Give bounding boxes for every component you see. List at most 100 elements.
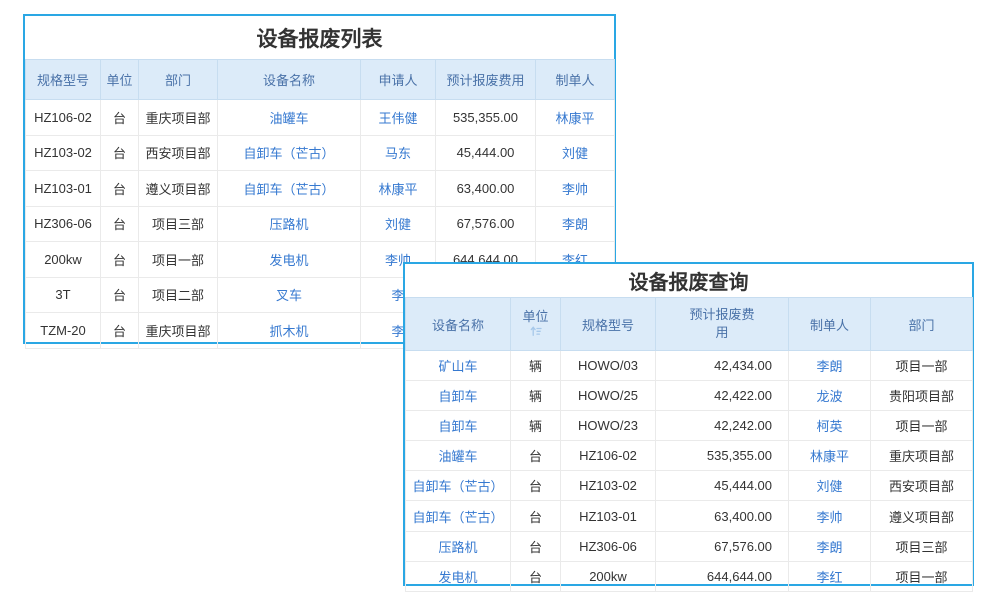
cell-maker[interactable]: 李朗 xyxy=(789,351,871,381)
cell-maker[interactable]: 刘健 xyxy=(536,135,615,171)
cell-device[interactable]: 油罐车 xyxy=(218,100,361,136)
cell-unit: 辆 xyxy=(511,411,561,441)
cell-unit: 台 xyxy=(511,501,561,531)
cell-dept: 项目一部 xyxy=(139,242,218,278)
cell-unit: 辆 xyxy=(511,351,561,381)
cell-spec: HOWO/25 xyxy=(561,381,656,411)
cell-device[interactable]: 自卸车（芒古） xyxy=(218,171,361,207)
table-row: 自卸车辆HOWO/2542,422.00龙波贵阳项目部 xyxy=(406,381,973,411)
column-header-dept: 部门 xyxy=(139,60,218,100)
cell-unit: 台 xyxy=(101,313,139,349)
table-row: HZ103-01台遵义项目部自卸车（芒古）林康平63,400.00李帅 xyxy=(26,171,615,207)
cell-unit: 台 xyxy=(101,206,139,242)
cell-dept: 重庆项目部 xyxy=(139,313,218,349)
cell-cost: 42,422.00 xyxy=(656,381,789,411)
cell-maker[interactable]: 李帅 xyxy=(536,171,615,207)
cell-device[interactable]: 矿山车 xyxy=(406,351,511,381)
cell-maker[interactable]: 李朗 xyxy=(536,206,615,242)
column-header-label: 单位 xyxy=(106,70,132,89)
cell-device[interactable]: 发电机 xyxy=(218,242,361,278)
column-header-label: 制单人 xyxy=(810,315,849,334)
cell-maker[interactable]: 林康平 xyxy=(789,441,871,471)
cell-cost: 42,434.00 xyxy=(656,351,789,381)
cell-dept: 项目三部 xyxy=(139,206,218,242)
sort-ascending-icon[interactable] xyxy=(513,325,558,339)
cell-maker[interactable]: 李帅 xyxy=(789,501,871,531)
table-row: HZ106-02台重庆项目部油罐车王伟健535,355.00林康平 xyxy=(26,100,615,136)
column-header-cost: 预计报废费用 xyxy=(656,298,789,351)
cell-dept: 项目一部 xyxy=(871,411,973,441)
column-header-dept: 部门 xyxy=(871,298,973,351)
column-header-label: 单位 xyxy=(513,309,558,325)
column-header-label: 部门 xyxy=(165,70,191,89)
cell-device[interactable]: 自卸车（芒古） xyxy=(218,135,361,171)
column-header-maker: 制单人 xyxy=(789,298,871,351)
cell-dept: 贵阳项目部 xyxy=(871,381,973,411)
header-row: 规格型号单位 部门 设备名称 申请人预计报废费用制单人 xyxy=(26,60,615,100)
cell-unit: 台 xyxy=(511,441,561,471)
cell-dept: 项目二部 xyxy=(139,277,218,313)
cell-maker[interactable]: 李朗 xyxy=(789,531,871,561)
cell-dept: 遵义项目部 xyxy=(871,501,973,531)
cell-dept: 西安项目部 xyxy=(139,135,218,171)
cell-spec: HZ306-06 xyxy=(561,531,656,561)
cell-device[interactable]: 压路机 xyxy=(406,531,511,561)
cell-maker[interactable]: 柯英 xyxy=(789,411,871,441)
cell-device[interactable]: 抓木机 xyxy=(218,313,361,349)
scrap-list-title: 设备报废列表 xyxy=(25,16,614,59)
column-header-label: 预计报废费用 xyxy=(686,306,758,341)
cell-device[interactable]: 油罐车 xyxy=(406,441,511,471)
cell-device[interactable]: 自卸车（芒古） xyxy=(406,501,511,531)
cell-dept: 遵义项目部 xyxy=(139,171,218,207)
column-header-cost: 预计报废费用 xyxy=(436,60,536,100)
cell-unit: 辆 xyxy=(511,381,561,411)
table-row: HZ103-02台西安项目部自卸车（芒古）马东45,444.00刘健 xyxy=(26,135,615,171)
column-header-applicant: 申请人 xyxy=(361,60,436,100)
column-header-label: 设备名称 xyxy=(263,70,315,89)
table-row: 矿山车辆HOWO/0342,434.00李朗项目一部 xyxy=(406,351,973,381)
table-row: 油罐车台HZ106-02535,355.00林康平重庆项目部 xyxy=(406,441,973,471)
cell-cost: 644,644.00 xyxy=(656,561,789,591)
cell-unit: 台 xyxy=(101,277,139,313)
column-header-maker: 制单人 xyxy=(536,60,615,100)
cell-cost: 63,400.00 xyxy=(436,171,536,207)
cell-applicant[interactable]: 刘健 xyxy=(361,206,436,242)
cell-applicant[interactable]: 马东 xyxy=(361,135,436,171)
cell-dept: 项目一部 xyxy=(871,351,973,381)
cell-maker[interactable]: 李红 xyxy=(789,561,871,591)
cell-spec: HZ306-06 xyxy=(26,206,101,242)
cell-spec: HZ106-02 xyxy=(26,100,101,136)
cell-maker[interactable]: 刘健 xyxy=(789,471,871,501)
cell-maker[interactable]: 龙波 xyxy=(789,381,871,411)
cell-device[interactable]: 压路机 xyxy=(218,206,361,242)
cell-dept: 重庆项目部 xyxy=(871,441,973,471)
cell-applicant[interactable]: 王伟健 xyxy=(361,100,436,136)
cell-cost: 45,444.00 xyxy=(656,471,789,501)
cell-unit: 台 xyxy=(511,561,561,591)
column-header-label: 规格型号 xyxy=(582,315,634,334)
cell-device[interactable]: 自卸车 xyxy=(406,411,511,441)
cell-spec: HOWO/23 xyxy=(561,411,656,441)
cell-unit: 台 xyxy=(101,171,139,207)
scrap-query-table: 设备名称 单位 规格型号 预计报废费用 制单人 部门矿山车辆HOWO/0342,434.0… xyxy=(405,297,973,592)
cell-device[interactable]: 自卸车（芒古） xyxy=(406,471,511,501)
cell-maker[interactable]: 林康平 xyxy=(536,100,615,136)
cell-device[interactable]: 叉车 xyxy=(218,277,361,313)
cell-unit: 台 xyxy=(101,100,139,136)
table-row: 发电机台200kw644,644.00李红项目一部 xyxy=(406,561,973,591)
table-row: 压路机台HZ306-0667,576.00李朗项目三部 xyxy=(406,531,973,561)
cell-spec: 3T xyxy=(26,277,101,313)
column-header-label: 规格型号 xyxy=(37,70,89,89)
cell-dept: 项目一部 xyxy=(871,561,973,591)
cell-unit: 台 xyxy=(101,135,139,171)
cell-applicant[interactable]: 林康平 xyxy=(361,171,436,207)
column-header-spec: 规格型号 xyxy=(26,60,101,100)
column-header-unit: 单位 xyxy=(511,298,561,351)
cell-spec: 200kw xyxy=(26,242,101,278)
column-header-label: 设备名称 xyxy=(432,315,484,334)
cell-device[interactable]: 发电机 xyxy=(406,561,511,591)
cell-device[interactable]: 自卸车 xyxy=(406,381,511,411)
cell-dept: 重庆项目部 xyxy=(139,100,218,136)
cell-spec: HZ103-01 xyxy=(561,501,656,531)
cell-unit: 台 xyxy=(511,471,561,501)
